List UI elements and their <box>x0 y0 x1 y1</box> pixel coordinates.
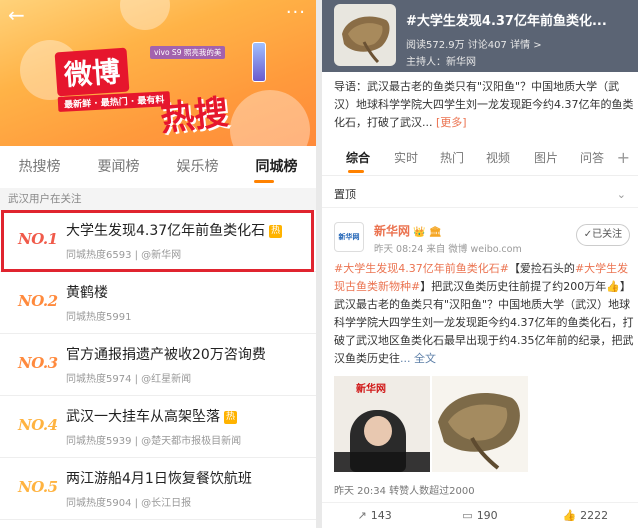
post-time: 昨天 08:24 来自 微博 weibo.com <box>374 244 522 255</box>
share-icon: ↗ <box>357 509 367 522</box>
chevron-down-icon[interactable]: ⌄ <box>617 182 626 208</box>
ranking-tabs: 热搜榜 要闻榜 娱乐榜 同城榜 <box>0 150 316 184</box>
list-item[interactable]: NO.4 武汉一大挂车从高架坠落热 同城热度5939 | @楚天都市报极目新闻 <box>0 396 316 458</box>
like-icon: 👍 <box>562 509 577 522</box>
topic-title: #大学生发现4.37亿年前鱼类化... <box>406 14 607 29</box>
logo-main-text: 微博 <box>54 47 130 97</box>
more-options-icon[interactable]: ··· <box>286 2 306 23</box>
screenshot-root: ← ··· 微博 热搜 vivo S9 照亮我的美 最新鲜 · 最热门 · 最有… <box>0 0 638 528</box>
tab-news[interactable]: 要闻榜 <box>79 150 158 184</box>
section-label: 武汉用户在关注 <box>0 188 316 210</box>
full-text-link[interactable]: ... 全文 <box>400 352 436 365</box>
active-tab-indicator <box>254 180 274 183</box>
pinned-label: 置顶 ⌄ <box>322 182 638 208</box>
post-body: #大学生发现4.37亿年前鱼类化石#【爱捡石头的#大学生发现古鱼类新物种#】把武… <box>334 262 634 365</box>
post-image[interactable] <box>432 376 528 472</box>
hashtag-link[interactable]: #大学生发现4.37亿年前鱼类化石# <box>334 262 509 275</box>
follow-button[interactable]: ✓已关注 <box>576 224 630 246</box>
comment-icon: ▭ <box>462 509 473 522</box>
tab-popular[interactable]: 热门 <box>440 140 464 176</box>
sponsor-tag: vivo S9 照亮我的美 <box>150 46 226 59</box>
list-item-meta: 同城热度6593 | @新华网 <box>66 250 182 261</box>
tab-entertainment[interactable]: 娱乐榜 <box>158 150 237 184</box>
active-tab-indicator <box>348 170 364 173</box>
tab-video[interactable]: 视频 <box>486 140 510 176</box>
rank-number: NO.4 <box>18 416 58 434</box>
topic-detail-panel: #大学生发现4.37亿年前鱼类化... 阅读572.9万 讨论407 详情 > … <box>322 0 638 528</box>
topic-host: 主持人：新华网 <box>406 57 476 68</box>
list-item-title: 武汉一大挂车从高架坠落热 <box>66 409 237 425</box>
phone-ad-icon <box>252 42 266 82</box>
rank-number: NO.1 <box>18 230 58 248</box>
hot-badge: 热 <box>269 225 283 238</box>
tab-realtime[interactable]: 实时 <box>394 140 418 176</box>
list-item-title: 黄鹤楼 <box>66 285 108 301</box>
list-item[interactable]: NO.1 大学生发现4.37亿年前鱼类化石热 同城热度6593 | @新华网 <box>0 210 316 272</box>
guide-text: 导语：武汉最古老的鱼类只有"汉阳鱼"？中国地质大学（武汉）地球科学学院大四学生刘… <box>334 80 634 129</box>
rank-number: NO.2 <box>18 292 58 310</box>
topic-header: #大学生发现4.37亿年前鱼类化... 阅读572.9万 讨论407 详情 > … <box>322 0 638 72</box>
like-summary: 昨天 20:34 转赞人数超过2000 <box>334 486 475 497</box>
topic-tabs: 综合 实时 热门 视频 图片 问答 + <box>322 140 638 176</box>
like-button[interactable]: 👍 2222 <box>533 503 638 528</box>
list-item-meta: 同城热度5939 | @楚天都市报极目新闻 <box>66 436 242 447</box>
list-item[interactable]: NO.2 黄鹤楼 同城热度5991 <box>0 272 316 334</box>
list-item-title: 两江游船4月1日恢复餐饮航班 <box>66 471 252 487</box>
guide-more-link[interactable]: [更多] <box>436 116 467 129</box>
hot-badge: 热 <box>224 411 237 424</box>
post-author[interactable]: 新华网 👑 🏛 <box>374 222 442 239</box>
hot-search-panel: ← ··· 微博 热搜 vivo S9 照亮我的美 最新鲜 · 最热门 · 最有… <box>0 0 316 528</box>
list-item-meta: 同城热度5991 <box>66 312 132 323</box>
post-image[interactable]: 新华网 <box>334 376 430 472</box>
list-item-meta: 同城热度5904 | @长江日报 <box>66 498 192 509</box>
back-arrow-icon[interactable]: ← <box>8 4 30 26</box>
comment-button[interactable]: ▭ 190 <box>427 503 532 528</box>
list-item-meta: 同城热度5974 | @红星新闻 <box>66 374 192 385</box>
list-item[interactable]: NO.3 官方通报捐遗产被收20万咨询费 同城热度5974 | @红星新闻 <box>0 334 316 396</box>
post-media: 新华网 <box>334 376 528 472</box>
list-item[interactable]: NO.5 两江游船4月1日恢复餐饮航班 同城热度5904 | @长江日报 <box>0 458 316 520</box>
tab-hot-search[interactable]: 热搜榜 <box>0 150 79 184</box>
media-caption: 新华网 <box>356 384 386 395</box>
hot-search-banner: ← ··· 微博 热搜 vivo S9 照亮我的美 最新鲜 · 最热门 · 最有… <box>0 0 316 146</box>
topic-stats[interactable]: 阅读572.9万 讨论407 详情 > <box>406 36 542 51</box>
post-actions: ↗ 143 ▭ 190 👍 2222 <box>322 502 638 528</box>
share-button[interactable]: ↗ 143 <box>322 503 427 528</box>
tab-local[interactable]: 同城榜 <box>237 150 316 184</box>
add-tab-icon[interactable]: + <box>617 140 630 176</box>
tab-images[interactable]: 图片 <box>534 140 558 176</box>
avatar[interactable]: 新华网 <box>334 222 364 252</box>
tab-qa[interactable]: 问答 <box>580 140 604 176</box>
verified-badge-icon: 👑 🏛 <box>413 227 442 238</box>
fossil-thumbnail <box>334 4 396 66</box>
rank-number: NO.5 <box>18 478 58 496</box>
list-item-title: 大学生发现4.37亿年前鱼类化石热 <box>66 223 283 239</box>
rank-number: NO.3 <box>18 354 58 372</box>
list-item-title: 官方通报捐遗产被收20万咨询费 <box>66 347 266 363</box>
topic-guide: 导语：武汉最古老的鱼类只有"汉阳鱼"？中国地质大学（武汉）地球科学学院大四学生刘… <box>334 78 634 132</box>
